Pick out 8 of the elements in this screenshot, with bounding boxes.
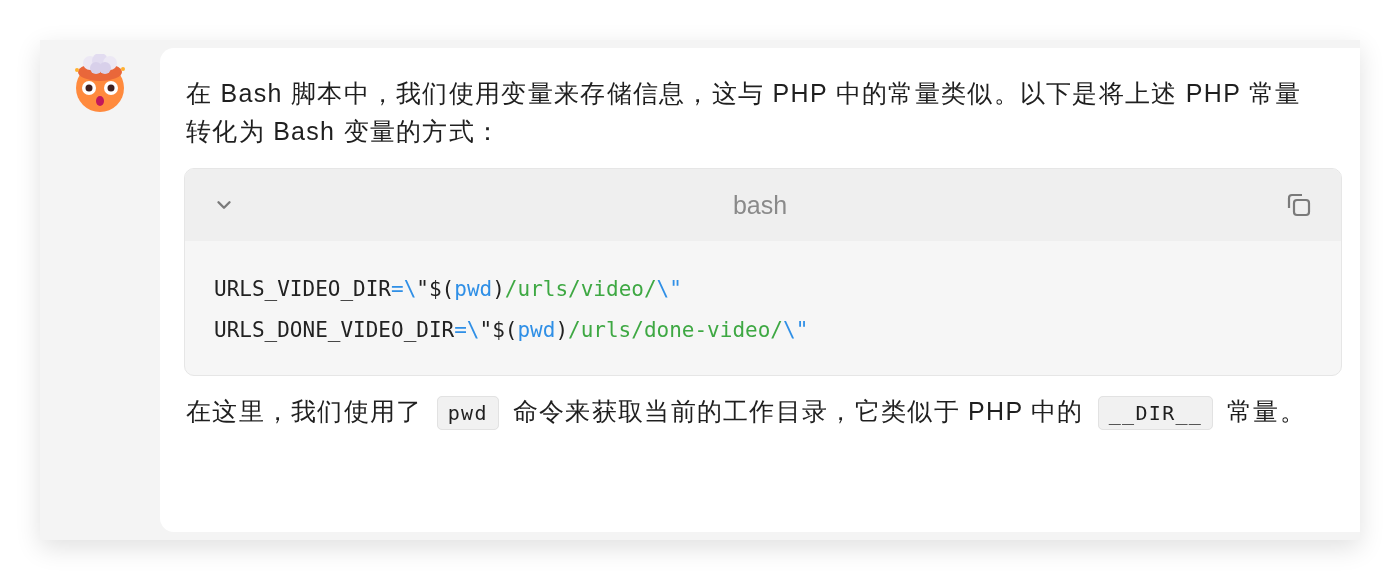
explanation-paragraph: 在这里，我们使用了 pwd 命令来获取当前的工作目录，它类似于 PHP 中的 __DIR__ 常量。 [186,392,1326,432]
language-label: bash [731,190,789,220]
inline-code: pwd [436,396,499,430]
copy-icon[interactable] [1285,191,1313,219]
inline-code: __DIR__ [1097,396,1214,430]
code-line: URLS_VIDEO_DIR=\"$(pwd)/urls/video/\" [214,276,683,303]
code-line: URLS_DONE_VIDEO_DIR=\"$(pwd)/urls/done-video/\" [214,317,810,344]
intro-paragraph: 在 Bash 脚本中，我们使用变量来存储信息，这与 PHP 中的常量类似。以下是将上述 PHP 常量转化为 Bash 变量的方式： [186,78,1303,147]
